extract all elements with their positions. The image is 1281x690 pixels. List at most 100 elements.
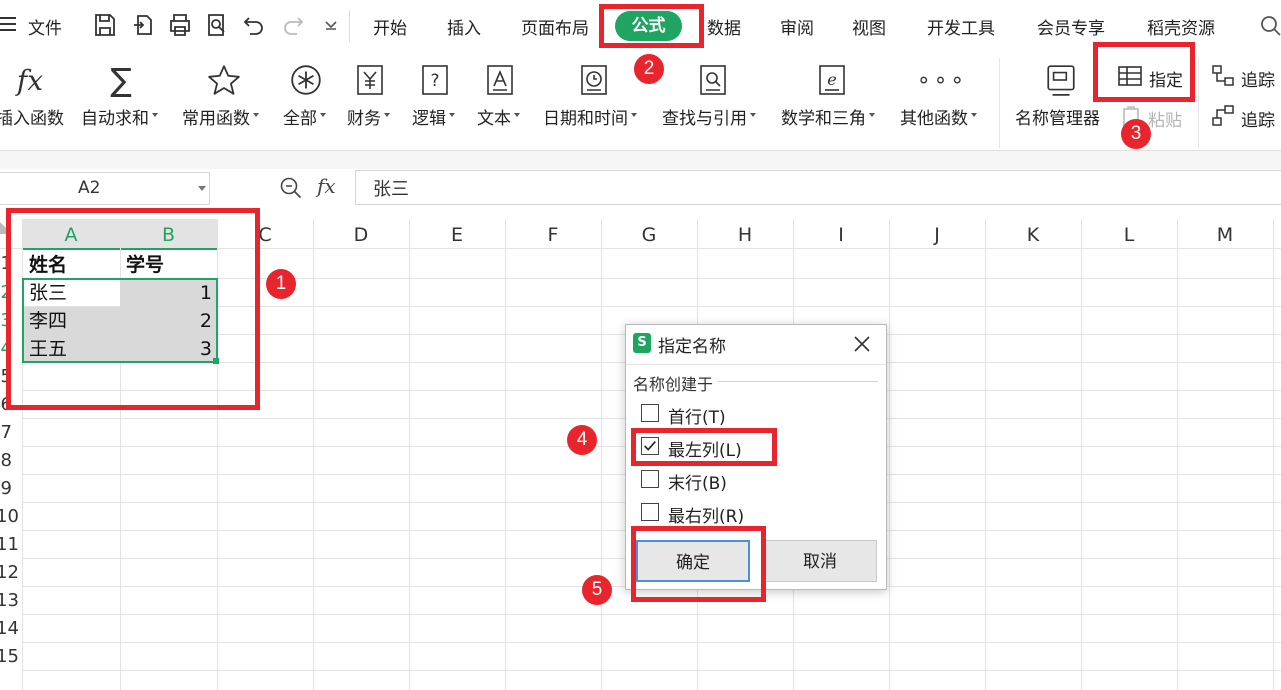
- column-header-j[interactable]: J: [889, 219, 985, 249]
- row-header[interactable]: 11: [0, 534, 19, 555]
- file-menu[interactable]: 文件: [28, 14, 62, 39]
- ribbon-label: 日期和时间: [543, 104, 637, 129]
- checkbox-bottom-row[interactable]: [641, 470, 659, 488]
- step-badge-1: 1: [266, 269, 296, 299]
- close-icon[interactable]: [852, 334, 872, 354]
- row-header[interactable]: 10: [0, 506, 19, 527]
- ribbon-label: 插入函数: [0, 109, 64, 129]
- fx-icon: fx: [16, 63, 44, 97]
- formula-input[interactable]: [355, 170, 1281, 205]
- save-icon[interactable]: [92, 12, 118, 38]
- lookup-icon: [696, 62, 730, 98]
- paste-name-button[interactable]: 粘贴: [1148, 106, 1182, 131]
- clock-icon: [577, 62, 611, 98]
- tab-review[interactable]: 审阅: [780, 14, 814, 39]
- grid-line: [505, 219, 506, 690]
- group-label: 名称创建于: [633, 371, 718, 395]
- yen-icon: [353, 62, 387, 98]
- annotation-box-range: [6, 208, 260, 410]
- toolbar-divider: [349, 10, 350, 42]
- tab-data[interactable]: 数据: [707, 14, 741, 39]
- tab-view[interactable]: 视图: [852, 14, 886, 39]
- search-icon[interactable]: [1259, 14, 1281, 38]
- option-label-top-row[interactable]: 首行(T): [668, 403, 726, 428]
- grid-line: [22, 670, 1281, 671]
- svg-text:e: e: [827, 70, 836, 89]
- tab-page-layout[interactable]: 页面布局: [521, 14, 589, 39]
- name-box[interactable]: [0, 172, 210, 205]
- trace-dependents-button[interactable]: 追踪: [1241, 106, 1275, 131]
- grid-line: [409, 219, 410, 690]
- customize-toolbar-icon[interactable]: [318, 12, 344, 38]
- tab-developer[interactable]: 开发工具: [927, 14, 995, 39]
- grid-line: [22, 642, 1281, 643]
- ribbon-label: 查找与引用: [662, 104, 756, 129]
- formula-value: 张三: [373, 179, 409, 200]
- column-header-g[interactable]: G: [601, 219, 697, 249]
- row-header[interactable]: 12: [0, 562, 19, 583]
- ribbon-label: 名称管理器: [1015, 109, 1100, 129]
- tab-docer[interactable]: 稻壳资源: [1147, 14, 1215, 39]
- chevron-down-icon[interactable]: [198, 186, 206, 191]
- grid-line: [1081, 219, 1082, 690]
- column-header-e[interactable]: E: [409, 219, 505, 249]
- hamburger-menu-icon[interactable]: [0, 14, 20, 34]
- trace-dependents-icon: [1211, 103, 1237, 129]
- row-header[interactable]: 13: [0, 590, 19, 611]
- ribbon-label: 文本: [477, 104, 520, 129]
- grid-line: [1177, 219, 1178, 690]
- column-header-k[interactable]: K: [985, 219, 1081, 249]
- ribbon-label: 自动求和: [81, 104, 158, 129]
- column-header-m[interactable]: M: [1177, 219, 1273, 249]
- math-icon: e: [815, 62, 849, 98]
- ribbon-label: 常用函数: [182, 104, 259, 129]
- ribbon-label: 数学和三角: [781, 104, 875, 129]
- column-header-i[interactable]: I: [793, 219, 889, 249]
- option-label-right-column[interactable]: 最右列(R): [668, 502, 744, 527]
- trace-precedents-icon: [1211, 63, 1237, 89]
- trace-precedents-button[interactable]: 追踪: [1241, 66, 1275, 91]
- redo-icon[interactable]: [280, 12, 306, 38]
- tab-home[interactable]: 开始: [373, 14, 407, 39]
- asterisk-icon: [286, 62, 326, 98]
- annotation-box-left-column: [631, 428, 777, 466]
- name-manager-icon: [1041, 62, 1081, 98]
- ribbon-label: 逻辑: [412, 104, 455, 129]
- more-icon: ∘∘∘: [916, 67, 968, 93]
- dialog-title-divider: [626, 364, 886, 365]
- row-header[interactable]: 8: [0, 450, 12, 471]
- row-header[interactable]: 15: [0, 646, 19, 667]
- ribbon-label: 其他函数: [900, 104, 977, 129]
- export-icon[interactable]: [131, 12, 157, 38]
- column-header-d[interactable]: D: [313, 219, 409, 249]
- tab-member[interactable]: 会员专享: [1037, 14, 1105, 39]
- checkbox-top-row[interactable]: [641, 404, 659, 422]
- row-header[interactable]: 14: [0, 618, 19, 639]
- step-badge-2: 2: [634, 54, 664, 84]
- row-header[interactable]: 7: [0, 422, 12, 443]
- column-header-f[interactable]: F: [505, 219, 601, 249]
- ribbon-label: 财务: [347, 104, 390, 129]
- option-label-bottom-row[interactable]: 末行(B): [668, 469, 727, 494]
- sigma-icon: ∑: [110, 61, 132, 99]
- step-badge-4: 4: [567, 425, 597, 455]
- column-header-h[interactable]: H: [697, 219, 793, 249]
- ribbon-label: 全部: [283, 104, 326, 129]
- zoom-icon[interactable]: [279, 176, 303, 200]
- app-logo-icon: S: [633, 333, 651, 353]
- cancel-button[interactable]: 取消: [763, 540, 877, 582]
- checkbox-right-column[interactable]: [641, 503, 659, 521]
- print-icon[interactable]: [167, 12, 193, 38]
- group-divider: [718, 381, 878, 382]
- undo-icon[interactable]: [241, 12, 267, 38]
- star-icon: [204, 62, 244, 98]
- ribbon-divider: [999, 58, 1000, 148]
- annotation-box-specify: [1093, 42, 1195, 102]
- tab-insert[interactable]: 插入: [447, 14, 481, 39]
- print-preview-icon[interactable]: [204, 12, 230, 38]
- fx-icon[interactable]: fx: [317, 174, 336, 198]
- row-header[interactable]: 9: [0, 478, 12, 499]
- step-badge-3: 3: [1121, 119, 1151, 149]
- column-header-l[interactable]: L: [1081, 219, 1177, 249]
- ribbon-divider: [1198, 58, 1199, 148]
